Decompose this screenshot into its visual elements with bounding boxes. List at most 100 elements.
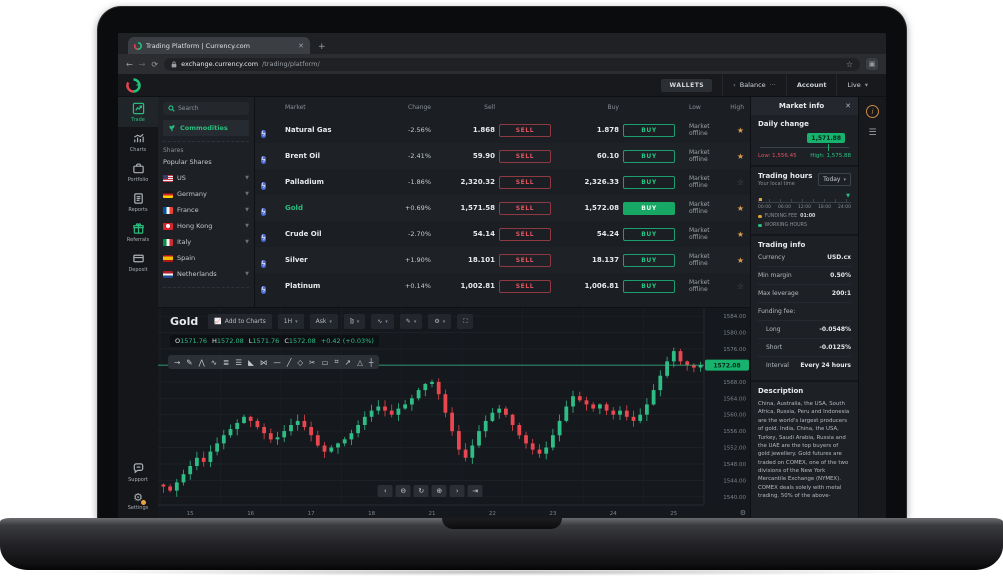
country-item-italy[interactable]: Italy▼ <box>163 234 249 250</box>
indicators-selector[interactable]: ∿▾ <box>371 314 394 329</box>
zoom-out-button[interactable]: ⊖ <box>396 485 411 497</box>
trend-line-tool-icon[interactable]: ✎ <box>186 358 192 367</box>
sell-button[interactable]: SELL <box>499 150 551 163</box>
sell-button[interactable]: SELL <box>499 228 551 241</box>
fib-levels-tool-icon[interactable]: ≣ <box>223 358 229 367</box>
table-row[interactable]: ϟ Natural Gas -2.56% 1.868 SELL 1.878 BU… <box>255 117 750 143</box>
sell-button[interactable]: SELL <box>499 254 551 267</box>
zigzag-tool-icon[interactable]: ⋀ <box>199 358 205 367</box>
pan-left-button[interactable]: ‹ <box>378 485 393 497</box>
star-icon[interactable]: ★ <box>722 204 744 213</box>
country-item-us[interactable]: US▼ <box>163 170 249 186</box>
chart-style-selector[interactable]: ⫿⫾▾ <box>344 314 365 329</box>
fullscreen-button[interactable]: ⛶ <box>457 314 473 329</box>
star-icon[interactable]: ★ <box>722 256 744 265</box>
vertical-line-tool-icon[interactable]: ┼ <box>369 358 374 367</box>
table-row[interactable]: ϟ Platinum +0.14% 1,002.81 SELL 1,006.81… <box>255 273 750 299</box>
draw-selector[interactable]: ✎▾ <box>400 314 423 329</box>
country-item-spain[interactable]: Spain <box>163 250 249 266</box>
buy-button[interactable]: BUY <box>623 228 675 241</box>
measure-tool-icon[interactable]: ✂ <box>309 358 315 367</box>
sidebar-item-trade[interactable]: Trade <box>118 97 158 127</box>
close-icon[interactable]: ✕ <box>845 102 851 110</box>
country-item-netherlands[interactable]: Netherlands▼ <box>163 266 249 282</box>
country-item-hong-kong[interactable]: Hong Kong▼ <box>163 218 249 234</box>
go-to-end-button[interactable]: ⇥ <box>468 485 483 497</box>
table-row[interactable]: ϟ Gold +0.69% 1,571.58 SELL 1,572.08 BUY… <box>255 195 750 221</box>
wallets-button[interactable]: WALLETS <box>661 79 712 92</box>
wave-tool-icon[interactable]: ∿ <box>211 358 217 367</box>
triangle-tool-icon[interactable]: △ <box>357 358 363 367</box>
buy-button[interactable]: BUY <box>623 202 675 215</box>
interval-selector[interactable]: 1H▾ <box>278 314 304 329</box>
sidebar-item-referrals[interactable]: Referrals <box>118 217 158 247</box>
funding-short-row: Short-0.0125% <box>758 339 851 357</box>
rectangle-tool-icon[interactable]: ▭ <box>321 358 328 367</box>
sidebar-item-charts[interactable]: Charts <box>118 127 158 157</box>
browser-tab[interactable]: Trading Platform | Currency.com ✕ <box>128 37 310 54</box>
reset-view-button[interactable]: ↻ <box>414 485 429 497</box>
forward-icon[interactable]: → <box>139 60 146 69</box>
star-icon[interactable]: ★ <box>722 152 744 161</box>
xabcd-pattern-tool-icon[interactable]: ⋈ <box>260 358 268 367</box>
new-tab-button[interactable]: + <box>318 42 326 54</box>
star-icon[interactable]: ★ <box>722 230 744 239</box>
leverage-icon: ϟ <box>261 130 266 138</box>
buy-button[interactable]: BUY <box>623 176 675 189</box>
back-icon[interactable]: ← <box>126 60 133 69</box>
pitchfork-tool-icon[interactable]: ◣ <box>248 358 254 367</box>
axis-settings-gear-icon[interactable]: ⚙ <box>740 509 746 517</box>
sell-button[interactable]: SELL <box>499 280 551 293</box>
buy-button[interactable]: BUY <box>623 124 675 137</box>
market-info-tab-icon[interactable]: i <box>866 105 879 118</box>
table-row[interactable]: ϟ Palladium -1.86% 2,320.32 SELL 2,326.3… <box>255 169 750 195</box>
annotation-tool-icon[interactable]: ⌗ <box>335 357 339 367</box>
shape-tool-icon[interactable]: ◇ <box>297 358 303 367</box>
table-row[interactable]: ϟ Crude Oil -2.70% 54.14 SELL 54.24 BUY … <box>255 221 750 247</box>
arrow-tool-icon[interactable]: → <box>174 358 180 367</box>
account-item[interactable]: Account <box>786 74 837 96</box>
address-bar[interactable]: exchange.currency.com/trading/platform/ … <box>164 58 860 71</box>
add-to-charts-button[interactable]: 📈Add to Charts <box>208 314 272 329</box>
country-item-france[interactable]: France▼ <box>163 202 249 218</box>
category-commodities[interactable]: Commodities <box>163 120 249 136</box>
table-row[interactable]: ϟ Silver +1.90% 18.101 SELL 18.137 BUY M… <box>255 247 750 273</box>
sell-button[interactable]: SELL <box>499 176 551 189</box>
star-icon[interactable]: ★ <box>722 126 744 135</box>
news-tab-icon[interactable]: ☰ <box>868 128 876 138</box>
reload-icon[interactable]: ⟳ <box>151 60 158 69</box>
buy-button[interactable]: BUY <box>623 150 675 163</box>
horizontal-line-tool-icon[interactable]: — <box>273 358 281 367</box>
tab-close-icon[interactable]: ✕ <box>298 42 304 50</box>
sidebar-item-reports[interactable]: Reports <box>118 187 158 217</box>
chart-settings-selector[interactable]: ⚙▾ <box>428 314 451 329</box>
search-input[interactable]: Search <box>163 102 249 115</box>
sidebar-item-support[interactable]: Support <box>118 457 158 487</box>
hours-timeline: ▼ <box>758 195 851 203</box>
sidebar-item-settings[interactable]: ⚙ Settings <box>118 487 158 519</box>
star-icon[interactable]: ☆ <box>722 282 744 291</box>
buy-button[interactable]: BUY <box>623 280 675 293</box>
ray-tool-icon[interactable]: ╱ <box>287 358 292 367</box>
svg-text:1576.00: 1576.00 <box>723 347 746 353</box>
sell-button[interactable]: SELL <box>499 124 551 137</box>
sell-button[interactable]: SELL <box>499 202 551 215</box>
star-icon[interactable]: ☆ <box>722 178 744 187</box>
live-selector[interactable]: Live ▾ <box>836 74 878 96</box>
bookmark-star-icon[interactable]: ☆ <box>846 60 853 69</box>
levels-tool-icon[interactable]: ☰ <box>235 358 242 367</box>
plant-icon <box>168 124 176 132</box>
pan-right-button[interactable]: › <box>450 485 465 497</box>
extensions-icon[interactable]: ▣ <box>866 58 878 70</box>
zoom-in-button[interactable]: ⊕ <box>432 485 447 497</box>
hours-range-selector[interactable]: Today▾ <box>818 173 851 186</box>
sidebar-item-deposit[interactable]: Deposit <box>118 247 158 277</box>
trend-angle-tool-icon[interactable]: ↗ <box>345 358 351 367</box>
buy-button[interactable]: BUY <box>623 254 675 267</box>
sidebar-item-portfolio[interactable]: Portfolio <box>118 157 158 187</box>
more-dots-icon[interactable]: ··· <box>770 81 776 89</box>
balance-item[interactable]: ‹ Balance ··· <box>722 74 786 96</box>
table-row[interactable]: ϟ Brent Oil -2.41% 59.90 SELL 60.10 BUY … <box>255 143 750 169</box>
country-item-germany[interactable]: Germany▼ <box>163 186 249 202</box>
price-type-selector[interactable]: Ask▾ <box>310 314 338 329</box>
